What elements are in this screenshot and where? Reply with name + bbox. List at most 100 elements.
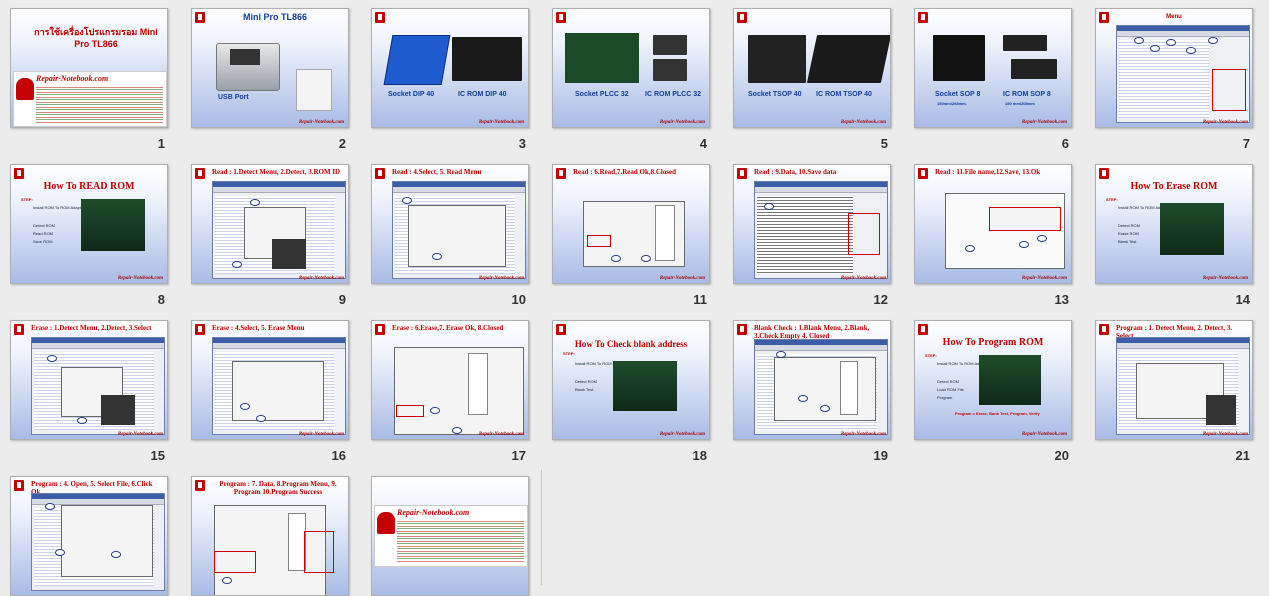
slide-number: 6 [1061, 136, 1069, 151]
slide-footer: Repair-Notebook.com [298, 120, 344, 125]
usb-label: USB Port [218, 94, 249, 101]
slide-title: Read : 6.Read,7.Read Ok,8.Closed [573, 168, 677, 176]
slide-number: 13 [1054, 292, 1069, 307]
slide-thumbnail-9[interactable]: Read : 1.Detect Menu, 2.Detect, 3.ROM ID… [191, 164, 349, 284]
mascot-image [377, 512, 395, 534]
logo-icon [14, 168, 24, 179]
slide-footer: Repair-Notebook.com [1021, 276, 1067, 281]
logo-icon [918, 324, 928, 335]
slide-number: 8 [157, 292, 165, 307]
slide-thumbnail-23[interactable]: Program : 7. Data, 8.Program Menu, 9. Pr… [191, 476, 349, 596]
slide-footer: Repair-Notebook.com [840, 120, 886, 125]
logo-icon [737, 12, 747, 23]
slide-footer: Repair-Notebook.com [1021, 120, 1067, 125]
slide-number: 21 [1235, 448, 1250, 463]
slide-number: 7 [1242, 136, 1250, 151]
slide-thumbnail-17[interactable]: Erase : 6.Erase,7. Erase Ok, 8.Closed Re… [371, 320, 529, 440]
slide-thumbnail-4[interactable]: Socket PLCC 32 IC ROM PLCC 32 Repair-Not… [552, 8, 710, 128]
slide-thumbnail-13[interactable]: Read : 11.File name,12.Save, 13.Ok Repai… [914, 164, 1072, 284]
ic-sop8-image [1003, 35, 1047, 51]
slide-footer: Repair-Notebook.com [840, 432, 886, 437]
slide-thumbnail-11[interactable]: Read : 6.Read,7.Read Ok,8.Closed Repair-… [552, 164, 710, 284]
slide-thumbnail-24[interactable]: Repair-Notebook.com [371, 476, 529, 596]
step-label: STEP: [1106, 197, 1118, 202]
site-name: Repair-Notebook.com [397, 508, 470, 517]
slide-footer: Repair-Notebook.com [659, 276, 705, 281]
logo-icon [14, 480, 24, 491]
program-note: Program = Erase, Bank Test, Program, Ver… [955, 411, 1040, 416]
slide-footer: Repair-Notebook.com [298, 432, 344, 437]
slide-thumbnail-3[interactable]: Socket DIP 40 IC ROM DIP 40 Repair-Noteb… [371, 8, 529, 128]
slide-title: Blank Check : 1.Blank Menu, 2.Blank, 3.C… [754, 324, 870, 340]
slide-footer: Repair-Notebook.com [298, 276, 344, 281]
slide-number: 11 [693, 292, 707, 307]
slide-number: 14 [1235, 292, 1250, 307]
left-caption: Socket PLCC 32 [575, 91, 629, 98]
open-file-dialog [61, 505, 153, 577]
slide-footer: Repair-Notebook.com [478, 120, 524, 125]
ic-plcc32-image [653, 35, 687, 55]
step-label: STEP: [21, 197, 33, 202]
slide-title: Erase : 6.Erase,7. Erase Ok, 8.Closed [392, 324, 504, 332]
adapter-photo [613, 361, 677, 411]
zif-socket [230, 49, 260, 65]
slide-number: 18 [692, 448, 707, 463]
site-banner: Repair-Notebook.com [13, 71, 167, 127]
slide-footer: Repair-Notebook.com [478, 432, 524, 437]
slide-title: Erase : 4.Select, 5. Erase Menu [212, 324, 305, 332]
slide-title: How To Check blank address [574, 339, 688, 349]
slide-title: How To READ ROM [43, 181, 135, 192]
slide-thumbnail-10[interactable]: Read : 4.Select, 5. Read Menu Repair-Not… [371, 164, 529, 284]
slide-thumbnail-22[interactable]: Program : 4. Open, 5. Select File, 6.Cli… [10, 476, 168, 596]
slide-thumbnail-19[interactable]: Blank Check : 1.Blank Menu, 2.Blank, 3.C… [733, 320, 891, 440]
slide-thumbnail-8[interactable]: How To READ ROM STEP: Install ROM To ROM… [10, 164, 168, 284]
socket-dip40-image [383, 35, 451, 85]
slide-thumbnail-2[interactable]: Mini Pro TL866 USB Port Repair-Notebook.… [191, 8, 349, 128]
slide-footer: Repair-Notebook.com [659, 432, 705, 437]
slide-thumbnail-5[interactable]: Socket TSOP 40 IC ROM TSOP 40 Repair-Not… [733, 8, 891, 128]
slide-thumbnail-16[interactable]: Erase : 4.Select, 5. Erase Menu Repair-N… [191, 320, 349, 440]
slide-thumbnail-12[interactable]: Read : 9.Data, 10.Save data Repair-Noteb… [733, 164, 891, 284]
slide-footer: Repair-Notebook.com [117, 276, 163, 281]
logo-icon [195, 324, 205, 335]
slide-thumbnail-21[interactable]: Program : 1. Detect Menu, 2. Detect, 3. … [1095, 320, 1253, 440]
slide-thumbnail-15[interactable]: Erase : 1.Detect Menu, 2.Detect, 3.Selec… [10, 320, 168, 440]
logo-icon [14, 324, 24, 335]
right-caption: IC ROM PLCC 32 [645, 91, 702, 98]
slide-number: 1 [157, 136, 165, 151]
slide-thumbnail-18[interactable]: How To Check blank address STEP: Install… [552, 320, 710, 440]
slide-number: 12 [873, 292, 888, 307]
slide-thumbnail-14[interactable]: How To Erase ROM STEP: Install ROM To RO… [1095, 164, 1253, 284]
slide-footer: Repair-Notebook.com [840, 276, 886, 281]
slide-title: How To Erase ROM [1130, 181, 1218, 192]
slide-title: การใช้เครื่องโปรแกรมรอม Mini Pro TL866 [34, 27, 158, 49]
slide-number: 4 [699, 136, 707, 151]
right-caption: IC ROM DIP 40 [458, 91, 507, 98]
slide-title: Read : 11.File name,12.Save, 13.Ok [935, 168, 1041, 176]
socket-tsop40-image [748, 35, 806, 83]
logo-icon [195, 168, 205, 179]
slide-title: Read : 1.Detect Menu, 2.Detect, 3.ROM ID [212, 168, 341, 176]
left-caption: Socket SOP 8 [935, 91, 981, 98]
slide-thumbnail-20[interactable]: How To Program ROM STEP: Install ROM To … [914, 320, 1072, 440]
slide-footer: Repair-Notebook.com [1021, 432, 1067, 437]
slide-footer: Repair-Notebook.com [659, 120, 705, 125]
left-caption: Socket TSOP 40 [748, 91, 802, 98]
logo-icon [918, 12, 928, 23]
logo-icon [195, 12, 205, 23]
right-subcaption: 150 mm/208mm [1005, 101, 1035, 106]
right-caption: IC ROM SOP 8 [1003, 91, 1051, 98]
step-label: STEP: [563, 351, 575, 356]
erase-dialog [394, 347, 524, 435]
mascot-image [16, 78, 34, 100]
slide-number: 19 [873, 448, 888, 463]
site-name: Repair-Notebook.com [36, 74, 109, 83]
slide-thumbnail-7[interactable]: Menu Repair-Notebook.com [1095, 8, 1253, 128]
slide-number: 16 [331, 448, 346, 463]
slide-title: How To Program ROM [942, 337, 1044, 348]
logo-icon [918, 168, 928, 179]
slide-thumbnail-6[interactable]: Socket SOP 8 IC ROM SOP 8 150mm/208mm. 1… [914, 8, 1072, 128]
slide-thumbnail-1[interactable]: การใช้เครื่องโปรแกรมรอม Mini Pro TL866 R… [10, 8, 168, 128]
slide-number: 3 [518, 136, 526, 151]
adapter-photo [979, 355, 1041, 405]
